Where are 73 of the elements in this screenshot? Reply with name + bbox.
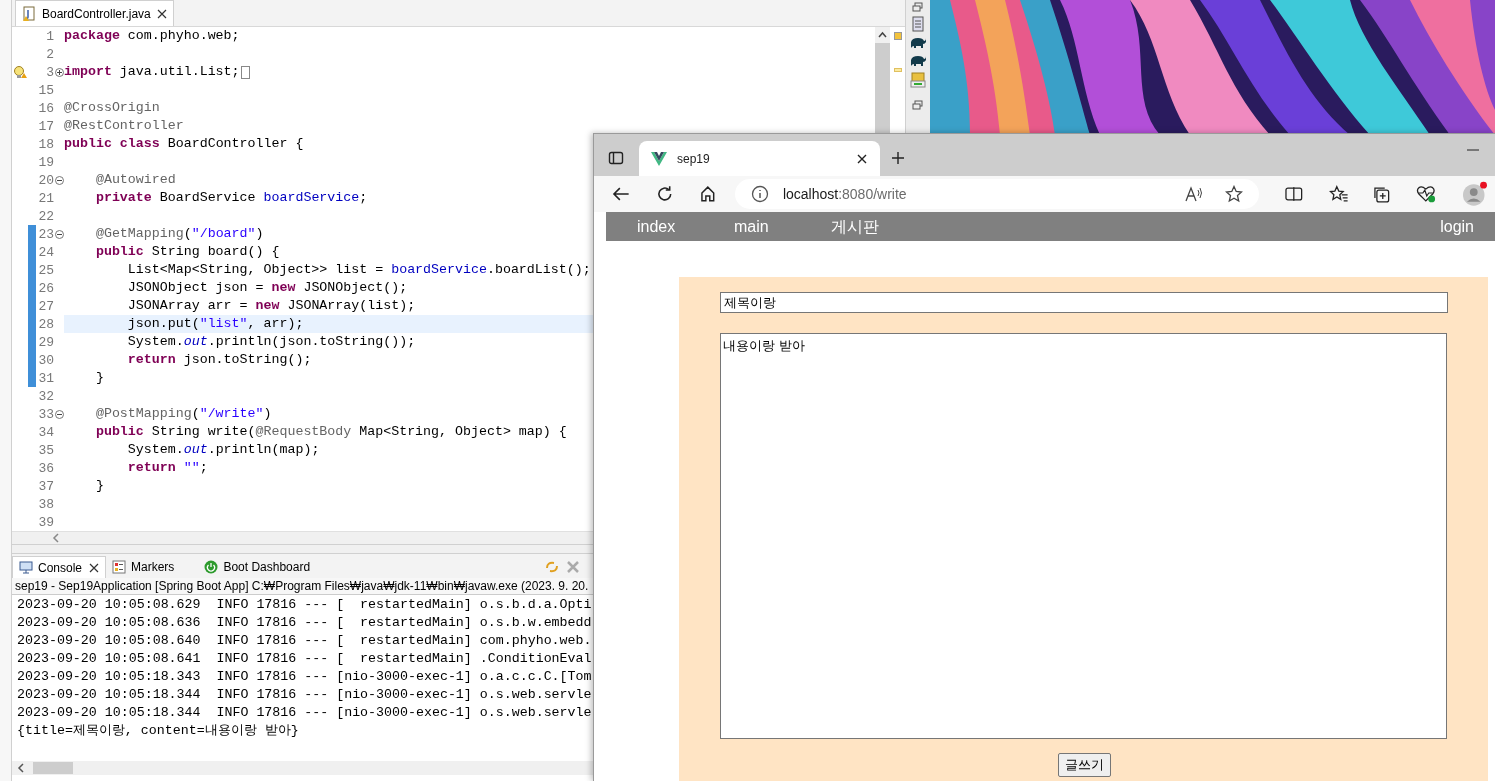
line-number: 16 xyxy=(37,101,54,115)
code-line: public String write(@RequestBody Map<String, Object> map) { xyxy=(94,423,567,442)
address-bar[interactable]: localhost:8080/write xyxy=(734,179,1260,209)
line-number: 36 xyxy=(37,461,54,475)
code-line: @GetMapping("/board") xyxy=(94,225,264,244)
nav-link[interactable]: main xyxy=(703,214,800,239)
browser-tab[interactable]: sep19 xyxy=(639,141,880,176)
console-line: 2023-09-20 10:05:08.636 INFO 17816 --- [ restartedMain] o.s.b.w.embedd xyxy=(17,614,593,632)
code-line: } xyxy=(94,369,104,388)
line-number: 19 xyxy=(37,155,54,169)
line-number: 37 xyxy=(37,479,54,493)
content-textarea[interactable]: 내용이랑 받아 xyxy=(720,333,1447,739)
nav-link[interactable]: login xyxy=(1440,214,1474,239)
tab-title: BoardController.java xyxy=(42,5,151,23)
code-line: package com.phyho.web; xyxy=(64,27,240,46)
console-line: 2023-09-20 10:05:08.640 INFO 17816 --- [ restartedMain] com.phyho.web. xyxy=(17,632,593,650)
code-line: return ""; xyxy=(126,459,208,478)
line-number: 3 xyxy=(45,65,54,79)
code-line: import java.util.List; xyxy=(64,63,240,82)
submit-button[interactable]: 글쓰기 xyxy=(1057,753,1111,777)
code-line: System.out.println(json.toString()); xyxy=(126,333,416,352)
line-number: 15 xyxy=(37,83,54,97)
line-number: 39 xyxy=(37,515,54,529)
line-number: 29 xyxy=(37,335,54,349)
line-number: 34 xyxy=(37,425,54,439)
code-line: return json.toString(); xyxy=(126,351,312,370)
console-line: {title=제목이랑, content=내용이랑 받아} xyxy=(17,722,300,740)
line-number: 20 xyxy=(37,173,54,187)
line-number: 1 xyxy=(45,29,54,43)
code-line: System.out.println(map); xyxy=(126,441,320,460)
nav-link[interactable]: 게시판 xyxy=(800,214,897,239)
view-tab[interactable]: Markers xyxy=(106,556,181,578)
nav-link[interactable]: index xyxy=(606,214,703,239)
line-number: 26 xyxy=(37,281,54,295)
code-line: public class BoardController { xyxy=(64,135,304,154)
code-line: @PostMapping("/write") xyxy=(94,405,272,424)
line-number: 30 xyxy=(37,353,54,367)
code-line: JSONObject json = new JSONObject(); xyxy=(126,279,408,298)
line-number: 25 xyxy=(37,263,54,277)
code-line: @RestController xyxy=(64,117,184,136)
line-number: 17 xyxy=(37,119,54,133)
code-line: } xyxy=(94,477,104,496)
line-number: 22 xyxy=(37,209,54,223)
code-line: json.put("list", arr); xyxy=(126,315,304,334)
url-text: localhost:8080/write xyxy=(782,184,908,204)
code-line: List<Map<String, Object>> list = boardService.boardList(); xyxy=(126,261,591,280)
line-number: 35 xyxy=(37,443,54,457)
console-line: 2023-09-20 10:05:18.344 INFO 17816 --- [nio-3000-exec-1] o.s.web.servle xyxy=(17,686,593,704)
editor-tab[interactable]: BoardController.java xyxy=(15,0,174,26)
title-input[interactable]: 제목이랑 xyxy=(720,292,1448,313)
line-number: 38 xyxy=(37,497,54,511)
console-line: 2023-09-20 10:05:08.629 INFO 17816 --- [ restartedMain] o.s.b.d.a.Opti xyxy=(17,596,593,614)
view-tab[interactable]: Boot Dashboard xyxy=(198,556,317,578)
line-number: 33 xyxy=(37,407,54,421)
console-line: 2023-09-20 10:05:08.641 INFO 17816 --- [ restartedMain] .ConditionEval xyxy=(17,650,593,668)
line-number: 24 xyxy=(37,245,54,259)
tab-title: sep19 xyxy=(677,150,711,168)
line-number: 23 xyxy=(37,227,54,241)
code-line: @CrossOrigin xyxy=(64,99,160,118)
code-line: private BoardService boardService; xyxy=(94,189,368,208)
code-line: public String board() { xyxy=(94,243,280,262)
console-line: 2023-09-20 10:05:18.343 INFO 17816 --- [nio-3000-exec-1] o.a.c.c.C.[Tom xyxy=(17,668,593,686)
view-tab[interactable]: Console xyxy=(12,556,107,578)
code-line: @Autowired xyxy=(94,171,176,190)
line-number: 32 xyxy=(37,389,54,403)
line-number: 2 xyxy=(45,47,54,61)
line-number: 31 xyxy=(37,371,54,385)
code-line: JSONArray arr = new JSONArray(list); xyxy=(126,297,416,316)
line-number: 18 xyxy=(37,137,54,151)
console-line: 2023-09-20 10:05:18.344 INFO 17816 --- [nio-3000-exec-1] o.s.web.servle xyxy=(17,704,593,722)
line-number: 27 xyxy=(37,299,54,313)
line-number: 28 xyxy=(37,317,54,331)
line-number: 21 xyxy=(37,191,54,205)
